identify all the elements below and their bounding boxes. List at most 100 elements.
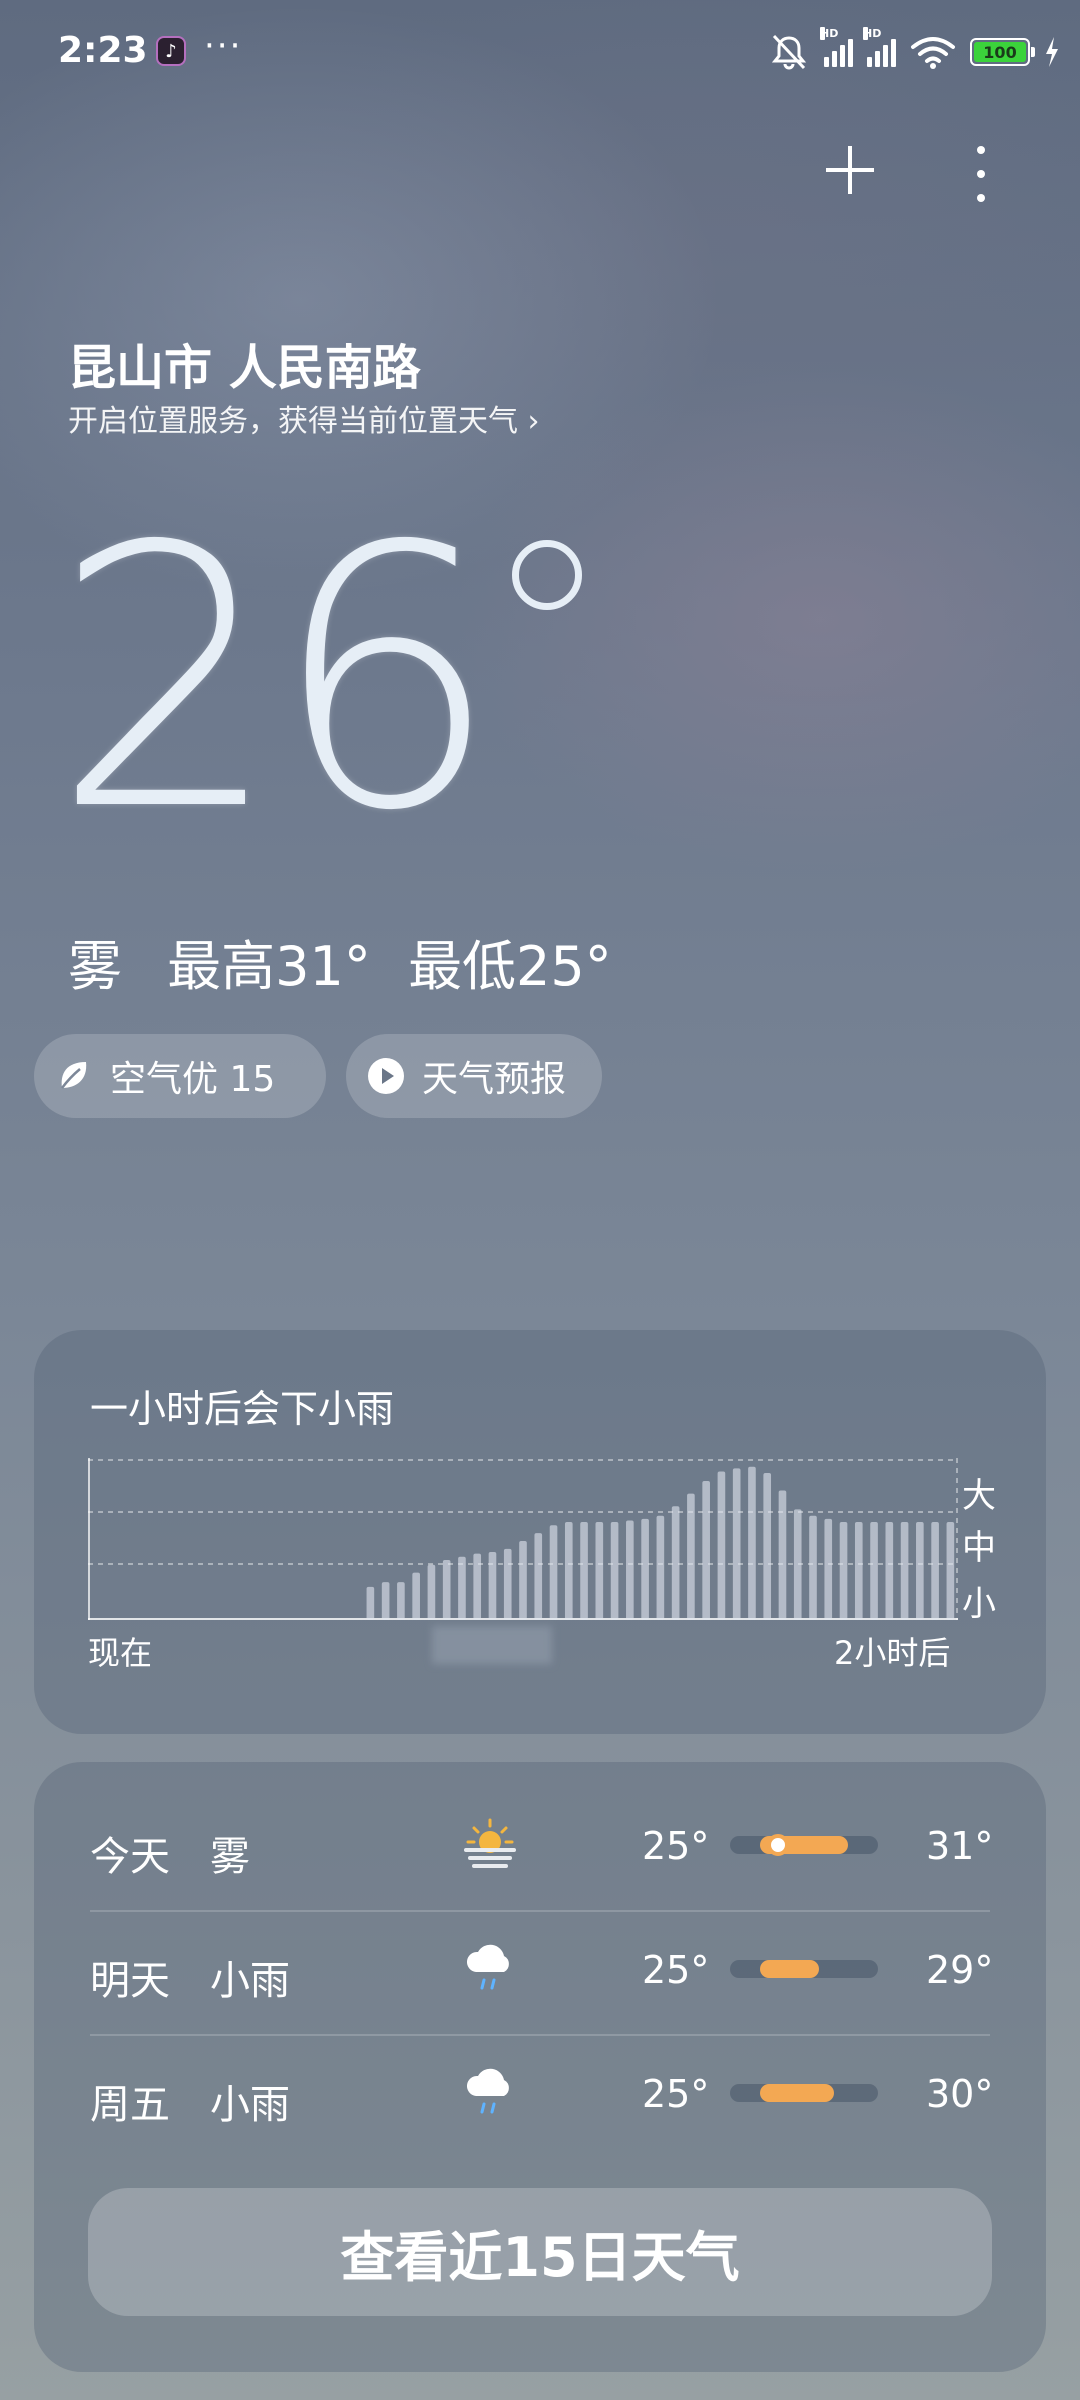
status-time: 2:23	[58, 30, 148, 71]
rain-intensity-bar	[839, 1522, 848, 1620]
rain-intensity-bar	[397, 1582, 405, 1620]
rain-intensity-bar	[610, 1522, 619, 1620]
forecast-low: 25°	[642, 2072, 710, 2116]
blurred-label	[432, 1626, 552, 1664]
rain-intensity-bar	[809, 1515, 817, 1620]
current-condition: 雾	[68, 935, 122, 998]
rain-card-title: 一小时后会下小雨	[90, 1387, 395, 1431]
battery-level: 100	[974, 42, 1026, 62]
battery-icon: 100	[970, 38, 1035, 66]
air-quality-pill[interactable]: 空气优 15	[34, 1034, 326, 1118]
rain-intensity-chart	[88, 1458, 958, 1620]
rain-intensity-bar	[824, 1518, 833, 1620]
forecast-row[interactable]: 周五 小雨 25° 30°	[90, 2034, 994, 2158]
rain-intensity-bar	[748, 1466, 756, 1620]
temp-range-track	[730, 1960, 878, 1978]
forecast-row[interactable]: 今天雾 25° 31°	[90, 1786, 994, 1910]
forecast-low: 25°	[642, 1948, 710, 1992]
rain-intensity-bar	[916, 1522, 924, 1620]
wifi-icon	[911, 37, 955, 69]
rain-intensity-bar	[427, 1564, 436, 1620]
rain-intensity-bar	[717, 1471, 726, 1620]
enable-location-link[interactable]: 开启位置服务，获得当前位置天气 ›	[68, 396, 540, 440]
rain-intensity-bar	[458, 1556, 466, 1620]
rain-intensity-bar	[778, 1490, 787, 1620]
signal-1-icon: HD	[820, 27, 853, 67]
mute-icon	[771, 34, 807, 70]
dot-icon	[977, 146, 985, 154]
weather-forecast-pill[interactable]: 天气预报	[346, 1034, 602, 1118]
more-options-button[interactable]	[966, 146, 996, 202]
temp-range-track	[730, 2084, 878, 2102]
forecast-condition: 小雨	[210, 1958, 290, 2004]
city-name[interactable]: 昆山市 人民南路	[68, 328, 421, 398]
high-temp: 最高31°	[167, 935, 371, 998]
rain-intensity-bar	[900, 1522, 909, 1620]
rain-intensity-bar	[442, 1559, 451, 1620]
rain-intensity-bar	[732, 1468, 741, 1620]
forecast-row[interactable]: 明天 小雨 25° 29°	[90, 1910, 994, 2034]
forecast-condition: 雾	[210, 1834, 250, 1880]
forecast-day: 周五	[90, 2082, 170, 2128]
status-bar: 2:23 ♪ ··· HD HD 100	[0, 0, 1080, 108]
rain-intensity-bar	[854, 1522, 863, 1620]
rain-intensity-bar	[931, 1522, 939, 1620]
forecast-day: 明天	[90, 1958, 170, 2004]
rain-intensity-bar	[549, 1525, 558, 1620]
rain-intensity-bar	[641, 1518, 649, 1620]
rain-level-moderate: 中	[962, 1528, 996, 1568]
rain-intensity-bar	[626, 1520, 634, 1620]
forecast-condition: 小雨	[210, 2082, 290, 2128]
temp-range-bar	[759, 2084, 834, 2102]
play-icon	[368, 1058, 404, 1094]
rain-axis-start: 现在	[88, 1634, 153, 1672]
leaf-icon	[61, 1062, 87, 1089]
rain-level-heavy: 大	[962, 1476, 996, 1516]
fog-icon	[462, 1814, 518, 1874]
rain-intensity-bar	[702, 1480, 710, 1620]
rain-intensity-bar	[687, 1493, 695, 1620]
rain-intensity-bar	[656, 1515, 665, 1620]
rain-intensity-bar	[534, 1533, 543, 1620]
forecast-day: 今天	[90, 1834, 170, 1880]
view-15-day-button[interactable]: 查看近15日天气	[88, 2188, 992, 2316]
low-temp: 最低25°	[408, 935, 612, 998]
forecast-high: 31°	[926, 1824, 994, 1868]
dot-icon	[977, 194, 985, 202]
rain-intensity-bar	[870, 1522, 878, 1620]
weather-forecast-label: 天气预报	[422, 1059, 567, 1100]
air-quality-label: 空气优 15	[110, 1059, 276, 1100]
more-notifications-icon: ···	[204, 26, 243, 66]
signal-2-icon: HD	[863, 27, 896, 67]
rain-intensity-bar	[381, 1582, 390, 1620]
current-temperature: 26	[52, 470, 500, 889]
rain-intensity-bar	[671, 1506, 680, 1620]
rain-axis-end: 2小时后	[834, 1634, 951, 1672]
rain-intensity-bar	[793, 1509, 802, 1620]
temp-range-track	[730, 1834, 878, 1856]
light-rain-icon	[462, 1938, 518, 1998]
rain-intensity-bar	[488, 1552, 497, 1620]
rain-intensity-bar	[473, 1553, 482, 1620]
degree-symbol	[512, 540, 582, 610]
rain-intensity-bar	[885, 1522, 894, 1620]
rain-intensity-bar	[763, 1473, 772, 1620]
forecast-high: 30°	[926, 2072, 994, 2116]
rain-intensity-bar	[503, 1548, 512, 1620]
rain-level-light: 小	[962, 1584, 996, 1624]
rain-intensity-bar	[564, 1522, 573, 1620]
rain-intensity-bar	[366, 1586, 375, 1620]
forecast-low: 25°	[642, 1824, 710, 1868]
condition-summary: 雾 最高31° 最低25°	[68, 922, 640, 1001]
temp-range-bar	[759, 1960, 819, 1978]
tiktok-notification-icon: ♪	[156, 36, 186, 66]
forecast-high: 29°	[926, 1948, 994, 1992]
add-city-button[interactable]	[820, 140, 880, 200]
dot-icon	[977, 170, 985, 178]
status-icons: HD HD 100	[768, 27, 1060, 74]
rain-intensity-bar	[946, 1522, 955, 1620]
light-rain-icon	[462, 2062, 518, 2122]
rain-intensity-bar	[412, 1572, 420, 1620]
charging-icon	[1046, 37, 1058, 67]
rain-intensity-bar	[580, 1522, 588, 1620]
